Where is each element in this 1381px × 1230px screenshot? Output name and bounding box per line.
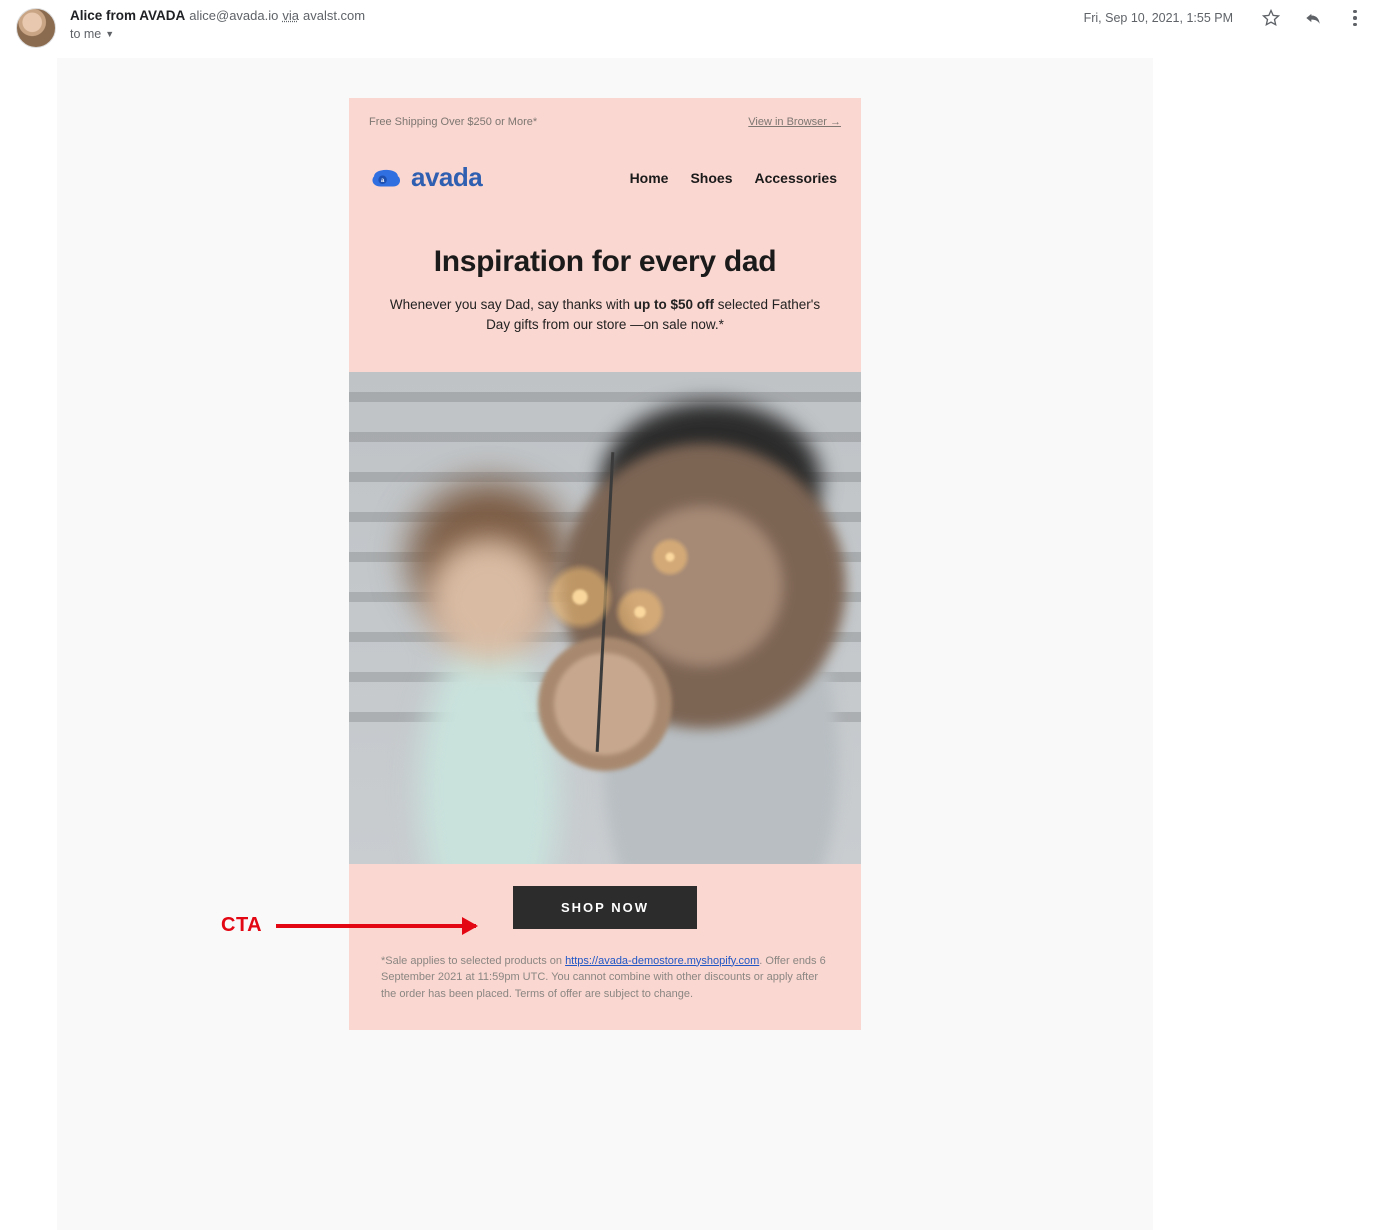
header-right: Fri, Sep 10, 2021, 1:55 PM xyxy=(1084,8,1365,28)
nav-links: Home Shoes Accessories xyxy=(630,170,837,186)
sender-email: alice@avada.io xyxy=(189,8,278,23)
brand-nav-row: a avada Home Shoes Accessories xyxy=(349,138,861,223)
recipient-line[interactable]: to me ▼ xyxy=(70,27,1084,41)
email-timestamp: Fri, Sep 10, 2021, 1:55 PM xyxy=(1084,11,1233,25)
email-card: Free Shipping Over $250 or More* View in… xyxy=(349,98,861,1030)
fine-link[interactable]: https://avada-demostore.myshopify.com xyxy=(565,955,759,967)
nav-shoes[interactable]: Shoes xyxy=(690,170,732,186)
reply-icon[interactable] xyxy=(1303,8,1323,28)
fine-prefix: *Sale applies to selected products on xyxy=(381,955,565,967)
brand-bubble-icon: a xyxy=(369,164,403,192)
via-domain: avalst.com xyxy=(303,8,365,23)
chevron-down-icon: ▼ xyxy=(105,29,114,39)
email-header-row: Alice from AVADA alice@avada.io via aval… xyxy=(0,0,1381,48)
hero-image xyxy=(349,372,861,864)
header-left: Alice from AVADA alice@avada.io via aval… xyxy=(70,8,1084,41)
free-shipping-text: Free Shipping Over $250 or More* xyxy=(369,116,537,128)
sender-line: Alice from AVADA alice@avada.io via aval… xyxy=(70,8,1084,23)
hero-title: Inspiration for every dad xyxy=(349,223,861,295)
view-in-browser-link[interactable]: View in Browser → xyxy=(748,116,841,128)
star-icon[interactable] xyxy=(1261,8,1281,28)
more-icon[interactable] xyxy=(1345,8,1365,28)
annotation-label: CTA xyxy=(221,914,262,937)
via-label: via xyxy=(282,8,299,23)
fine-print: *Sale applies to selected products on ht… xyxy=(349,947,861,1031)
cta-wrap: SHOP NOW xyxy=(349,864,861,947)
email-body-stage: Free Shipping Over $250 or More* View in… xyxy=(57,58,1153,1230)
hero-subtitle: Whenever you say Dad, say thanks with up… xyxy=(349,295,861,372)
brand-text: avada xyxy=(411,162,482,193)
nav-home[interactable]: Home xyxy=(630,170,669,186)
recipient-text: to me xyxy=(70,27,101,41)
sender-avatar[interactable] xyxy=(16,8,56,48)
hero-sub-prefix: Whenever you say Dad, say thanks with xyxy=(390,297,634,312)
sender-name[interactable]: Alice from AVADA xyxy=(70,8,185,23)
shop-now-button[interactable]: SHOP NOW xyxy=(513,886,697,929)
nav-accessories[interactable]: Accessories xyxy=(754,170,837,186)
email-topbar: Free Shipping Over $250 or More* View in… xyxy=(349,98,861,138)
brand-logo[interactable]: a avada xyxy=(369,162,482,193)
hero-sub-bold: up to $50 off xyxy=(634,297,714,312)
